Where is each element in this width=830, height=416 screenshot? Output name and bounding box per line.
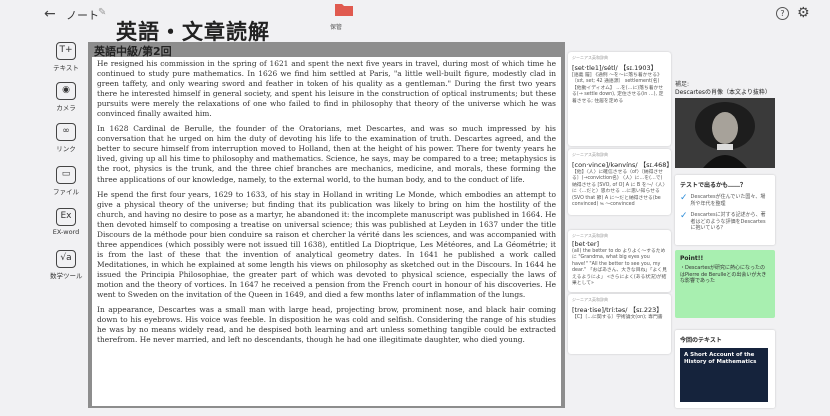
point-note[interactable]: Point!! ・Descartesが研究に熱心になったのはPierre de … bbox=[675, 250, 775, 318]
dictionary-source: ジーニアス英和辞典 bbox=[572, 152, 608, 157]
camera-tool-button[interactable]: ◉ カメラ bbox=[50, 82, 82, 112]
help-icon[interactable]: ? bbox=[776, 7, 789, 20]
paragraph-4: In appearance, Descartes was a small man… bbox=[97, 305, 556, 345]
note-title[interactable]: ノート bbox=[66, 7, 99, 23]
dictionary-headword: [set·tle1]/sétl/ 【sɪ.1903】 bbox=[572, 64, 658, 72]
quiz-item-text: Descartesに対する記述から、著者はどのような評価をDescartesに抱… bbox=[690, 212, 766, 231]
dictionary-headword: [bet·ter] bbox=[572, 240, 600, 248]
ex-word-tool-label: EX-word bbox=[52, 228, 80, 236]
file-tool-button[interactable]: ▭ ファイル bbox=[50, 166, 82, 196]
text-icon: T+ bbox=[56, 42, 76, 60]
dictionary-card-treatise[interactable]: ジーニアス英和辞典 [trea·tise]/trí:təs/ 【sɪ.223】 … bbox=[568, 294, 671, 354]
quiz-item-text: Descartesが住んでいた国々、場所や年代を整理 bbox=[690, 194, 766, 207]
check-icon: ✓ bbox=[680, 193, 688, 203]
textbook-note[interactable]: 今回のテキスト A Short Account of the History o… bbox=[675, 330, 775, 408]
link-tool-button[interactable]: ∞ リンク bbox=[50, 123, 82, 153]
dictionary-source: ジーニアス英和辞典 bbox=[572, 55, 608, 60]
folder-icon[interactable] bbox=[335, 2, 353, 16]
dictionary-text: 【C】〔…に関する〕学術論文(on); 専門書 bbox=[572, 315, 663, 320]
pencil-icon[interactable]: ✎ bbox=[98, 7, 106, 18]
file-icon: ▭ bbox=[56, 166, 76, 184]
link-icon: ∞ bbox=[56, 123, 76, 141]
descartes-portrait-image[interactable] bbox=[675, 98, 775, 168]
quiz-item: ✓ Descartesが住んでいた国々、場所や年代を整理 bbox=[680, 194, 770, 207]
dictionary-card-better[interactable]: ジーニアス英和辞典 [bet·ter] (all) the better to … bbox=[568, 230, 671, 292]
portrait-caption: Descartesの肖像（本文より抜粋） bbox=[675, 89, 771, 96]
dictionary-headword: [con·vince]/kənvíns/ 【sɪ.468】 bbox=[572, 161, 671, 169]
file-tool-label: ファイル bbox=[53, 188, 79, 196]
paragraph-1: He resigned his commission in the spring… bbox=[97, 59, 556, 119]
text-tool-button[interactable]: T+ テキスト bbox=[50, 42, 82, 72]
camera-tool-label: カメラ bbox=[56, 104, 76, 112]
math-tool-label: 数学ツール bbox=[50, 272, 83, 280]
document-page[interactable]: He resigned his commission in the spring… bbox=[92, 57, 561, 406]
quiz-note[interactable]: テストで出るかも……？ ✓ Descartesが住んでいた国々、場所や年代を整理… bbox=[675, 175, 775, 245]
math-tool-button[interactable]: √a 数学ツール bbox=[50, 250, 83, 280]
textbook-title: 今回のテキスト bbox=[680, 337, 722, 344]
point-title: Point!! bbox=[680, 255, 704, 262]
quiz-item: ✓ Descartesに対する記述から、著者はどのような評価をDescartes… bbox=[680, 212, 770, 232]
ex-word-tool-button[interactable]: Ex EX-word bbox=[50, 208, 82, 236]
dictionary-card-convince[interactable]: ジーニアス英和辞典 [con·vince]/kənvíns/ 【sɪ.468】 … bbox=[568, 149, 671, 215]
dictionary-text: (all) the better to do よりよく〜するために "Grand… bbox=[572, 249, 667, 287]
dictionary-text: 【他】〈人〉に確信させる〈of〉〔納得させる〕(→conviction名) 〈人… bbox=[572, 170, 665, 208]
document-frame: 英語中級/第2回 He resigned his commission in t… bbox=[88, 42, 565, 408]
folder-label: 保管 bbox=[330, 24, 343, 31]
check-icon: ✓ bbox=[680, 211, 688, 221]
arrow-left-icon[interactable]: ← bbox=[44, 6, 56, 22]
dictionary-source: ジーニアス英和辞典 bbox=[572, 297, 608, 302]
text-tool-label: テキスト bbox=[53, 64, 79, 72]
math-icon: √a bbox=[56, 250, 76, 268]
gear-icon[interactable]: ⚙ bbox=[797, 5, 810, 21]
quiz-title: テストで出るかも……？ bbox=[680, 182, 747, 189]
dictionary-card-settle[interactable]: ジーニアス英和辞典 [set·tle1]/sétl/ 【sɪ.1903】 [語義… bbox=[568, 52, 671, 146]
dictionary-text: [語義 履] 《通例 〜を〜に落ち着かせる》 〔sɪt, set; 42 通語源… bbox=[572, 73, 664, 104]
link-tool-label: リンク bbox=[56, 145, 76, 153]
dictionary-source: ジーニアス英和辞典 bbox=[572, 233, 608, 238]
camera-icon: ◉ bbox=[56, 82, 76, 100]
paragraph-3: He spend the first four years, 1629 to 1… bbox=[97, 189, 556, 300]
ex-word-icon: Ex bbox=[56, 208, 76, 226]
paragraph-2: In 1628 Cardinal de Berulle, the founder… bbox=[97, 124, 556, 184]
dictionary-headword: [trea·tise]/trí:təs/ 【sɪ.223】 bbox=[572, 306, 663, 314]
book-cover-image[interactable]: A Short Account of the History of Mathem… bbox=[680, 348, 768, 402]
point-text: ・Descartesが研究に熱心になったのはPierre de Berulleと… bbox=[680, 265, 767, 284]
